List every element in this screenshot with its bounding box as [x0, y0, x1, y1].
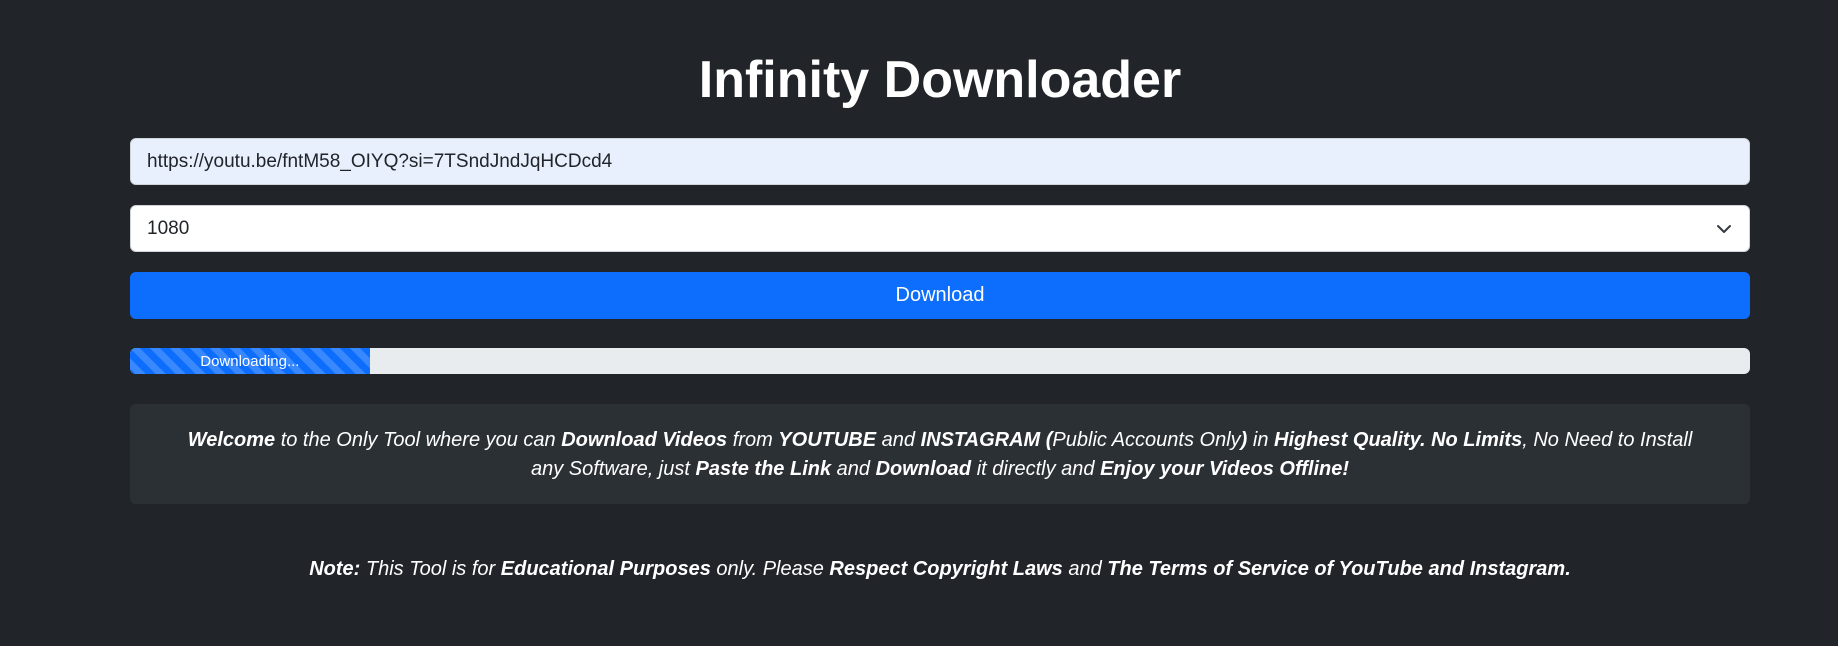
note-text: and	[1062, 558, 1108, 580]
progress-bar-track: Downloading...	[130, 348, 1750, 374]
note-educational: Educational Purposes	[500, 558, 711, 580]
disclaimer-note: Note: This Tool is for Educational Purpo…	[130, 555, 1750, 584]
info-highest-quality: Highest Quality. No Limits	[1274, 429, 1523, 451]
quality-select-value: 1080	[147, 217, 190, 239]
note-text: only. Please	[710, 558, 830, 580]
info-text: in	[1247, 429, 1275, 451]
note-copyright: Respect Copyright Laws	[829, 558, 1063, 580]
info-download-videos: Download Videos	[561, 429, 728, 451]
quality-select[interactable]: 1080	[130, 205, 1750, 252]
page-title: Infinity Downloader	[698, 51, 1182, 109]
info-box: Welcome to the Only Tool where you can D…	[130, 404, 1750, 504]
progress-label: Downloading...	[200, 352, 300, 370]
info-download: Download	[875, 458, 972, 480]
info-text: and	[831, 458, 876, 480]
progress-bar-fill: Downloading...	[130, 348, 370, 374]
info-youtube: YOUTUBE	[778, 429, 877, 451]
note-text: This Tool is for	[360, 558, 501, 580]
note-label: Note:	[309, 558, 361, 580]
info-paste-link: Paste the Link	[695, 458, 832, 480]
info-enjoy-offline: Enjoy your Videos Offline!	[1100, 458, 1350, 480]
info-instagram: INSTAGRAM (	[920, 429, 1053, 451]
info-welcome: Welcome	[187, 429, 276, 451]
note-terms: The Terms of Service of YouTube and Inst…	[1107, 558, 1571, 580]
download-button[interactable]: Download	[130, 272, 1750, 319]
info-text: and	[876, 429, 921, 451]
info-text: it directly and	[971, 458, 1101, 480]
url-input[interactable]	[130, 138, 1750, 185]
info-text: from	[727, 429, 779, 451]
info-text: Public Accounts Only	[1052, 429, 1241, 451]
chevron-down-icon	[1715, 220, 1733, 238]
info-text: to the Only Tool where you can	[275, 429, 562, 451]
